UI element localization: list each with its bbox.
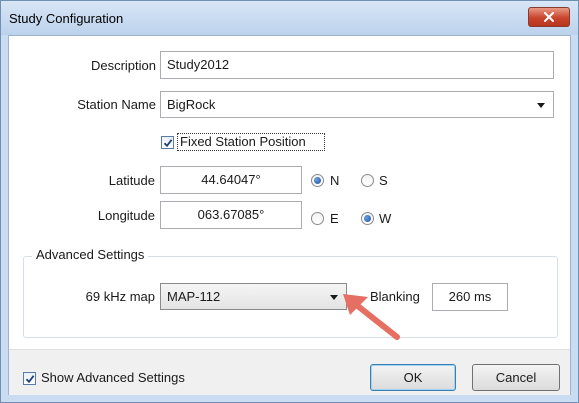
description-label: Description (90, 58, 156, 73)
close-button[interactable] (528, 7, 570, 27)
north-label: N (330, 173, 340, 188)
advanced-settings-title: Advanced Settings (32, 247, 149, 262)
map-combobox[interactable]: MAP-112 (160, 283, 347, 310)
north-radio[interactable] (311, 174, 324, 187)
close-x-icon (544, 12, 554, 22)
longitude-input[interactable]: 063.67085° (160, 201, 302, 229)
ok-button[interactable]: OK (370, 364, 456, 391)
south-label: S (379, 173, 388, 188)
latitude-input[interactable]: 44.64047° (160, 166, 302, 194)
longitude-label: Longitude (97, 208, 155, 223)
west-radio[interactable] (361, 212, 374, 225)
show-advanced-checkbox[interactable] (23, 372, 36, 385)
fixed-station-checkbox[interactable] (161, 136, 174, 149)
checkmark-icon (25, 374, 34, 383)
study-configuration-dialog: Study Configuration Description Study201… (0, 0, 579, 403)
station-name-value: BigRock (167, 97, 216, 112)
dialog-body: Description Study2012 Station Name BigRo… (8, 35, 571, 395)
checkmark-icon (163, 138, 172, 147)
south-radio[interactable] (361, 174, 374, 187)
west-label: W (379, 211, 392, 226)
fixed-station-label[interactable]: Fixed Station Position (177, 133, 325, 151)
red-pointer-arrow (343, 294, 400, 340)
latitude-label: Latitude (108, 173, 155, 188)
map-label: 69 kHz map (85, 289, 155, 304)
east-radio[interactable] (311, 212, 324, 225)
map-value: MAP-112 (167, 289, 221, 304)
dialog-title: Study Configuration (9, 11, 124, 26)
blanking-input[interactable]: 260 ms (432, 283, 508, 311)
dialog-footer: Show Advanced Settings OK Cancel (9, 349, 570, 395)
station-name-combobox[interactable]: BigRock (160, 91, 554, 118)
station-name-label: Station Name (77, 97, 156, 112)
chevron-down-icon[interactable] (537, 103, 545, 108)
cancel-button[interactable]: Cancel (472, 364, 560, 391)
title-bar[interactable]: Study Configuration (1, 1, 578, 35)
east-label: E (330, 211, 339, 226)
description-input[interactable]: Study2012 (160, 51, 554, 79)
show-advanced-label[interactable]: Show Advanced Settings (41, 370, 185, 385)
